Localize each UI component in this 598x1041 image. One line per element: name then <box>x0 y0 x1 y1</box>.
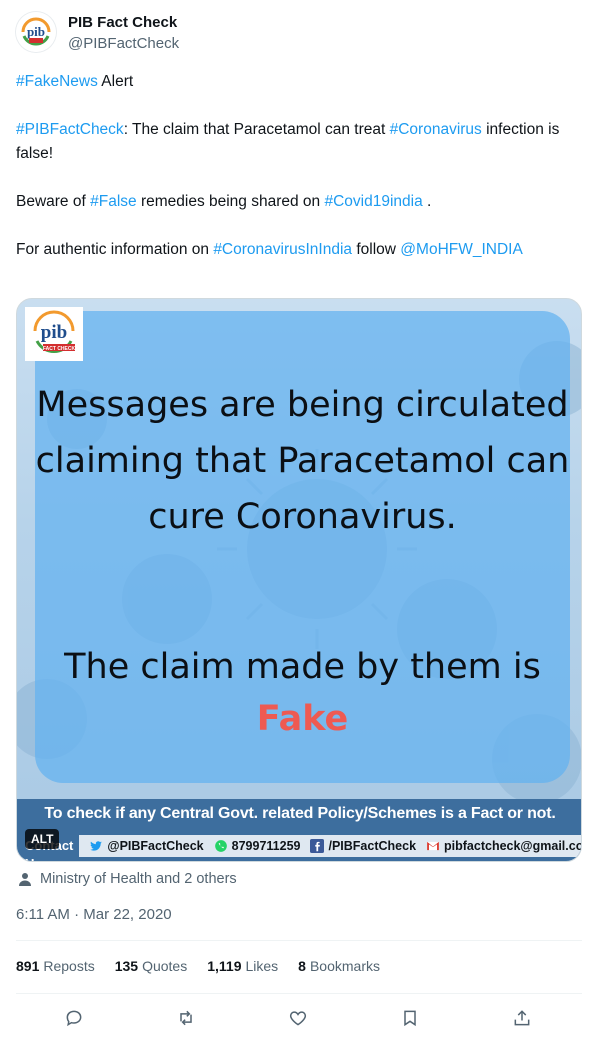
hashtag-fakenews[interactable]: #FakeNews <box>16 73 98 90</box>
avatar-logo-text: pib <box>27 24 45 39</box>
claim-text: The claim made by them is <box>64 647 541 687</box>
likes-count: 1,119 <box>207 958 242 974</box>
reposts-stat[interactable]: 891 Reposts <box>16 958 95 978</box>
bookmarks-label: Bookmarks <box>309 958 380 974</box>
likes-label: Likes <box>245 958 279 974</box>
display-name[interactable]: PIB Fact Check <box>68 14 177 32</box>
tweet-paragraph: Beware of #False remedies being shared o… <box>16 190 576 214</box>
banner-contacts: Contact Us @PIBFactCheck 8799711259 /PIB… <box>17 835 582 861</box>
twitter-bird-icon <box>90 841 103 851</box>
tweet-paragraph: #PIBFactCheck: The claim that Paracetamo… <box>16 118 576 166</box>
tweet-text-segment: For authentic information on <box>16 241 214 258</box>
tagged-users[interactable]: Ministry of Health and 2 others <box>18 870 237 888</box>
banner-whatsapp: 8799711259 <box>214 839 301 853</box>
tagged-users-text: Ministry of Health and 2 others <box>40 871 237 887</box>
user-handle[interactable]: @PIBFactCheck <box>68 35 179 53</box>
quotes-stat[interactable]: 135 Quotes <box>115 958 188 978</box>
share-button[interactable] <box>508 1004 536 1032</box>
hashtag-covid19india[interactable]: #Covid19india <box>324 193 422 210</box>
quotes-label: Quotes <box>142 958 188 974</box>
contact-banner: To check if any Central Govt. related Po… <box>17 799 582 861</box>
tweet-image[interactable]: pib FACT CHECK Messages are being circul… <box>16 298 582 862</box>
reposts-count: 891 <box>16 958 40 974</box>
avatar[interactable]: pib <box>16 12 56 52</box>
tweet-paragraph: #FakeNews Alert <box>16 70 576 94</box>
alt-badge[interactable]: ALT <box>25 829 60 849</box>
quotes-count: 135 <box>114 958 139 974</box>
hashtag-coronavirusinindia[interactable]: #CoronavirusInIndia <box>213 241 352 258</box>
reply-button[interactable] <box>60 1004 88 1032</box>
bookmark-icon <box>404 1010 416 1027</box>
repost-icon <box>180 1010 192 1026</box>
tweet-text: #FakeNews Alert #PIBFactCheck: The claim… <box>16 70 576 262</box>
image-claim: The claim made by them is Fake <box>35 641 570 745</box>
tweet-text-segment: remedies being shared on <box>136 193 325 210</box>
like-button[interactable] <box>284 1004 312 1032</box>
gmail-icon <box>427 841 439 851</box>
reply-icon <box>66 1010 82 1027</box>
whatsapp-icon <box>214 840 227 852</box>
banner-whatsapp-number: 8799711259 <box>231 839 301 853</box>
facebook-icon <box>310 839 325 853</box>
tweet-text-segment: follow <box>352 241 401 258</box>
tweet-text-segment: : The claim that Paracetamol can treat <box>123 121 390 138</box>
banner-twitter-handle: @PIBFactCheck <box>107 839 204 853</box>
hashtag-coronavirus[interactable]: #Coronavirus <box>390 121 482 138</box>
like-icon <box>289 1011 307 1026</box>
divider <box>16 993 582 994</box>
banner-facebook: /PIBFactCheck <box>310 839 416 853</box>
reposts-label: Reposts <box>43 958 95 974</box>
tweet-timestamp[interactable]: 6:11 AM · Mar 22, 2020 <box>16 906 172 923</box>
tweet-paragraph: For authentic information on #Coronaviru… <box>16 238 576 262</box>
tweet-text-segment: Alert <box>97 73 134 90</box>
hashtag-pibfactcheck[interactable]: #PIBFactCheck <box>16 121 124 138</box>
bookmarks-count: 8 <box>298 958 306 974</box>
tweet-text-segment: . <box>422 193 432 210</box>
banner-email: pibfactcheck@gmail.com <box>426 839 582 853</box>
repost-button[interactable] <box>172 1004 200 1032</box>
image-message: Messages are being circulated claiming t… <box>35 385 570 537</box>
banner-twitter: @PIBFactCheck <box>89 839 204 853</box>
bookmark-button[interactable] <box>396 1004 424 1032</box>
bookmarks-stat[interactable]: 8 Bookmarks <box>298 958 380 978</box>
tweet-text-segment: Beware of <box>16 193 91 210</box>
person-icon <box>19 873 31 886</box>
likes-stat[interactable]: 1,119 Likes <box>207 958 278 978</box>
divider <box>16 940 582 941</box>
tweet-header: pib PIB Fact Check @PIBFactCheck <box>16 10 582 58</box>
action-bar <box>16 1004 582 1032</box>
logo-text: pib <box>41 322 67 343</box>
banner-facebook-handle: /PIBFactCheck <box>328 839 417 853</box>
banner-email-address: pibfactcheck@gmail.com <box>444 839 582 853</box>
engagement-stats: 891 Reposts 135 Quotes 1,119 Likes 8 Bookmar… <box>16 958 400 978</box>
fake-label: Fake <box>256 699 349 739</box>
pib-fact-check-logo: pib FACT CHECK <box>25 307 83 361</box>
mention-mohfw[interactable]: @MoHFW_INDIA <box>400 241 523 258</box>
share-icon <box>514 1010 530 1026</box>
hashtag-false[interactable]: #False <box>90 193 137 210</box>
banner-title: To check if any Central Govt. related Po… <box>44 805 556 822</box>
logo-subtext: FACT CHECK <box>43 346 76 352</box>
